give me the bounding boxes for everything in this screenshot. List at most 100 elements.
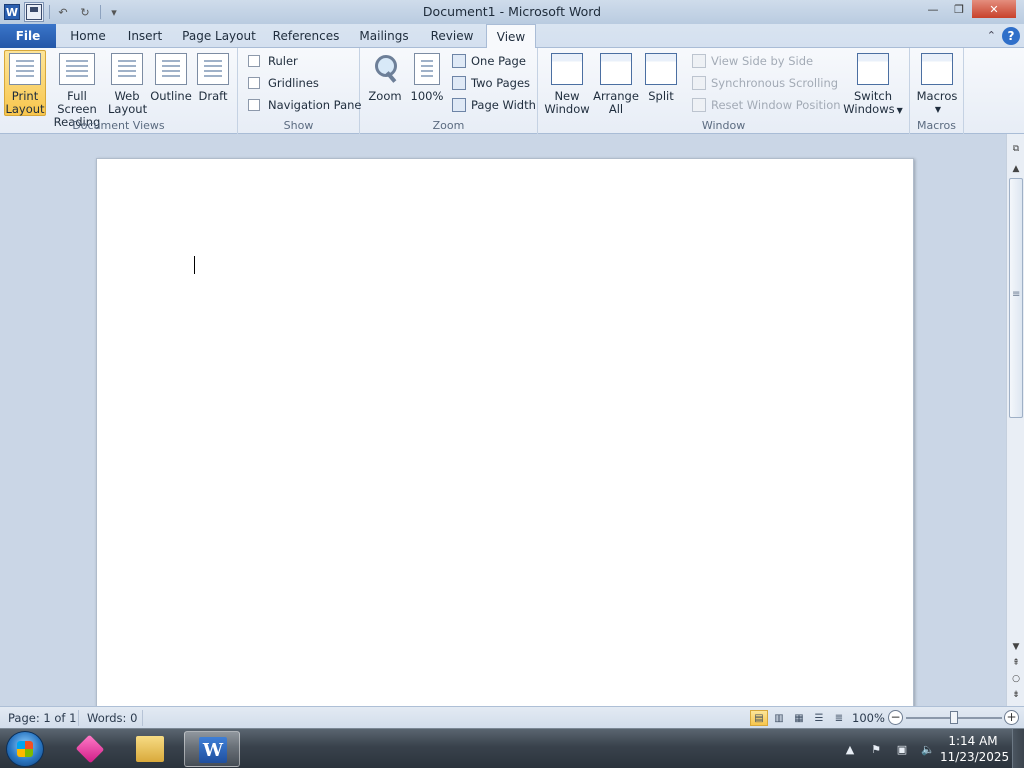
zoom-out-button[interactable]: − (888, 710, 903, 725)
two-pages-icon (452, 76, 466, 90)
magnifier-icon (369, 53, 401, 85)
taskbar-file-explorer[interactable] (122, 731, 178, 767)
zoom-100-button[interactable]: 100% (408, 50, 446, 103)
reset-window-position-button[interactable]: Reset Window Position (692, 95, 841, 115)
outline-icon (155, 53, 187, 85)
action-center-flag-icon[interactable]: ⚑ (868, 742, 884, 756)
clock-date: 11/23/2025 (940, 750, 1010, 764)
word-count[interactable]: Words: 0 (87, 707, 137, 729)
vertical-scrollbar[interactable]: ⧉ ▲ ▼ ⇞ ○ ⇟ (1006, 134, 1024, 706)
page-width-button[interactable]: Page Width (452, 95, 536, 115)
ribbon-tabs: File Home Insert Page Layout References … (0, 24, 1024, 49)
arrange-all-button[interactable]: Arrange All (592, 50, 640, 116)
help-area: ⌃ ? (987, 27, 1020, 45)
tab-insert[interactable]: Insert (120, 24, 170, 48)
full-screen-reading-button[interactable]: Full Screen Reading (48, 50, 106, 129)
tab-mailings[interactable]: Mailings (352, 24, 416, 48)
view-side-by-side-button[interactable]: View Side by Side (692, 51, 813, 71)
tab-references[interactable]: References (268, 24, 344, 48)
switch-windows-button[interactable]: Switch Windows ▼ (842, 50, 904, 117)
checkbox-icon (248, 77, 260, 89)
window-controls: — ❐ ✕ (920, 0, 1016, 18)
sync-scroll-icon (692, 76, 706, 90)
group-label-zoom: Zoom (432, 119, 465, 132)
show-desktop-button[interactable] (1012, 729, 1024, 768)
scroll-down-icon[interactable]: ▼ (1009, 640, 1023, 654)
zoom-in-button[interactable]: + (1004, 710, 1019, 725)
full-screen-view-icon[interactable]: ▥ (770, 710, 788, 726)
zoom-button[interactable]: Zoom (366, 50, 404, 103)
close-button[interactable]: ✕ (972, 0, 1016, 18)
draft-view-icon[interactable]: ≣ (830, 710, 848, 726)
split-button[interactable]: Split (642, 50, 680, 103)
taskbar: W ▲ ⚑ ▣ 🔈 1:14 AM 11/23/2025 (0, 728, 1024, 768)
system-tray: ▲ ⚑ ▣ 🔈 (842, 729, 936, 768)
gridlines-checkbox[interactable]: Gridlines (248, 73, 319, 93)
minus-icon: − (890, 710, 901, 724)
web-layout-view-icon[interactable]: ▦ (790, 710, 808, 726)
group-label-window: Window (701, 119, 746, 132)
zoom-100-label: 100% (410, 89, 444, 103)
draft-button[interactable]: Draft (194, 50, 232, 103)
macros-label: Macros (916, 89, 958, 103)
taskbar-word[interactable]: W (184, 731, 240, 767)
tab-home[interactable]: Home (62, 24, 114, 48)
page-count[interactable]: Page: 1 of 1 (8, 707, 76, 729)
ruler-checkbox[interactable]: Ruler (248, 51, 298, 71)
zoom-level[interactable]: 100% (852, 707, 885, 729)
close-icon: ✕ (989, 2, 999, 16)
clock-time: 1:14 AM (948, 734, 998, 748)
dropdown-arrow-icon: ▼ (934, 105, 942, 114)
status-separator (78, 710, 79, 726)
print-layout-view-icon[interactable]: ▤ (750, 710, 768, 726)
previous-page-icon[interactable]: ⇞ (1009, 656, 1023, 670)
tab-file[interactable]: File (0, 24, 56, 48)
two-pages-label: Two Pages (471, 76, 531, 90)
print-layout-button[interactable]: Print Layout (4, 50, 46, 116)
tab-review[interactable]: Review (424, 24, 480, 48)
document-page[interactable] (96, 158, 914, 706)
zoom-label: Zoom (368, 89, 402, 103)
clock[interactable]: 1:14 AM 11/23/2025 (940, 733, 1010, 765)
start-button[interactable] (6, 731, 44, 767)
group-macros: Macros ▼ Macros (910, 48, 964, 134)
group-label-document-views: Document Views (72, 119, 165, 132)
two-pages-button[interactable]: Two Pages (452, 73, 530, 93)
group-zoom: Zoom 100% One Page Two Pages Page Width … (360, 48, 538, 134)
next-page-icon[interactable]: ⇟ (1009, 688, 1023, 702)
taskbar-app-pink[interactable] (62, 731, 118, 767)
tab-view[interactable]: View (486, 24, 536, 49)
minimize-button[interactable]: — (920, 0, 946, 18)
macros-button[interactable]: Macros ▼ (916, 50, 958, 116)
view-side-by-side-label: View Side by Side (711, 54, 814, 68)
outline-view-icon[interactable]: ☰ (810, 710, 828, 726)
tab-page-layout[interactable]: Page Layout (178, 24, 260, 48)
reset-position-icon (692, 98, 706, 112)
select-browse-object-icon[interactable]: ○ (1009, 672, 1023, 686)
print-layout-icon (9, 53, 41, 85)
folder-icon (136, 736, 164, 762)
tray-expand-icon[interactable]: ▲ (842, 742, 858, 756)
outline-button[interactable]: Outline (150, 50, 192, 103)
navigation-pane-checkbox[interactable]: Navigation Pane (248, 95, 362, 115)
synchronous-scrolling-button[interactable]: Synchronous Scrolling (692, 73, 838, 93)
scroll-up-icon[interactable]: ▲ (1009, 162, 1023, 176)
one-page-button[interactable]: One Page (452, 51, 526, 71)
group-label-show: Show (283, 119, 314, 132)
macros-icon (921, 53, 953, 85)
page-width-icon (452, 98, 466, 112)
help-icon[interactable]: ? (1002, 27, 1020, 45)
reset-window-position-label: Reset Window Position (711, 98, 841, 112)
ruler-toggle-icon[interactable]: ⧉ (1009, 142, 1023, 156)
new-window-button[interactable]: New Window (544, 50, 590, 116)
draft-label: Draft (198, 89, 228, 103)
web-layout-button[interactable]: Web Layout (108, 50, 147, 116)
network-icon[interactable]: ▣ (894, 742, 910, 756)
scroll-thumb[interactable] (1009, 178, 1023, 418)
side-by-side-icon (692, 54, 706, 68)
volume-muted-icon[interactable]: 🔈 (920, 742, 936, 756)
checkbox-icon (248, 99, 260, 111)
zoom-slider-knob[interactable] (950, 711, 958, 724)
restore-button[interactable]: ❐ (946, 0, 972, 18)
minimize-ribbon-icon[interactable]: ⌃ (987, 27, 996, 45)
